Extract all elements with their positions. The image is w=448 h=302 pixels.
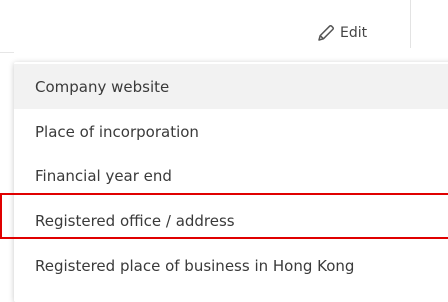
edit-button[interactable]: Edit: [316, 20, 367, 46]
menu-item-label: Company website: [35, 77, 170, 96]
menu-item-label: Registered place of business in Hong Kon…: [35, 256, 355, 275]
menu-item-registered-office-address[interactable]: Registered office / address: [14, 198, 448, 243]
menu-item-label: Registered office / address: [35, 211, 235, 230]
menu-item-label: Place of incorporation: [35, 122, 199, 141]
menu-item-registered-place-of-business[interactable]: Registered place of business in Hong Kon…: [14, 243, 448, 288]
dropdown-menu: Company website Place of incorporation F…: [14, 62, 448, 302]
menu-item-company-website[interactable]: Company website: [14, 64, 448, 109]
toolbar: Edit: [0, 0, 448, 62]
toolbar-divider: [410, 0, 411, 48]
edit-label: Edit: [340, 25, 368, 41]
menu-item-label: Financial year end: [35, 166, 172, 185]
toolbar-rule-left: [0, 52, 14, 53]
menu-item-financial-year-end[interactable]: Financial year end: [14, 153, 448, 198]
pencil-icon: [316, 23, 336, 43]
menu-item-place-of-incorporation[interactable]: Place of incorporation: [14, 109, 448, 154]
